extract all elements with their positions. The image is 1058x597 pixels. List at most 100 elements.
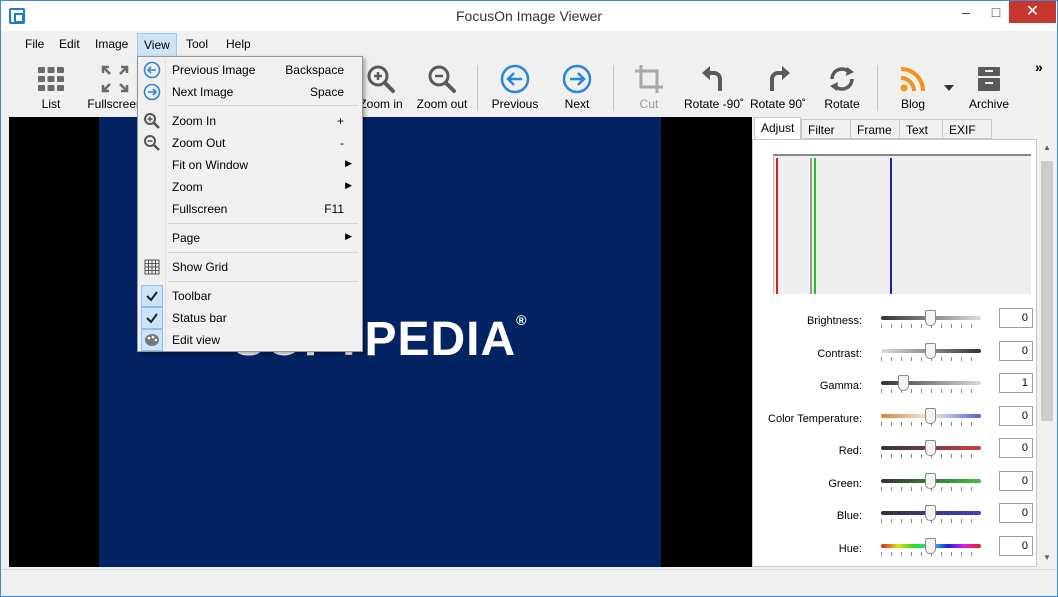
blog-button[interactable]: Blog [887, 59, 939, 117]
toolbar-label: Toolbar [172, 289, 212, 303]
rotate-button[interactable]: Rotate [815, 59, 869, 117]
blue-slider-thumb[interactable] [925, 505, 936, 521]
cut-button[interactable]: Cut [623, 59, 675, 117]
list-button[interactable]: List [23, 59, 79, 117]
menu-item-fullscreen[interactable]: Fullscreen F11 [140, 198, 360, 220]
maximize-button[interactable]: □ [981, 1, 1011, 23]
menu-separator [168, 252, 358, 253]
archive-button[interactable]: Archive [961, 59, 1017, 117]
menu-separator [168, 223, 358, 224]
gamma-slider-track[interactable] [881, 381, 981, 385]
previous-button[interactable]: Previous [483, 59, 547, 117]
menu-item-page[interactable]: Page ▶ [140, 227, 360, 249]
menu-item-zoom[interactable]: Zoom ▶ [140, 176, 360, 198]
brightness-value[interactable]: 0 [999, 308, 1033, 328]
checkmark-icon [141, 307, 163, 329]
minimize-button[interactable]: – [951, 1, 981, 23]
previous-image-label: Previous Image [172, 63, 256, 77]
arrow-left-circle-icon [500, 64, 530, 94]
blue-value[interactable]: 0 [999, 503, 1033, 523]
arrow-left-circle-icon [143, 61, 161, 79]
hue-value[interactable]: 0 [999, 536, 1033, 556]
zoom-out-shortcut: - [340, 136, 344, 150]
zoom-out-label: Zoom Out [172, 136, 226, 150]
close-button[interactable]: ✕ [1009, 1, 1056, 23]
tab-frame[interactable]: Frame [850, 119, 900, 139]
tab-adjust[interactable]: Adjust [754, 117, 802, 140]
toolbar-separator [477, 65, 478, 111]
blue-label: Blue: [836, 510, 862, 522]
red-slider-thumb[interactable] [925, 440, 936, 456]
zoom-out-label: Zoom out [416, 97, 468, 111]
rotate-right-label: Rotate 90˚ [749, 97, 807, 111]
menu-item-fit-on-window[interactable]: Fit on Window ▶ [140, 154, 360, 176]
menu-item-next-image[interactable]: Next Image Space [140, 81, 360, 103]
gamma-slider-thumb[interactable] [898, 375, 909, 391]
menu-image[interactable]: Image [95, 37, 128, 51]
menu-item-edit-view[interactable]: Edit view [140, 329, 360, 351]
hue-slider-thumb[interactable] [925, 538, 936, 554]
fullscreen-shortcut: F11 [324, 202, 344, 216]
brightness-slider-thumb[interactable] [925, 310, 936, 326]
blog-dropdown-button[interactable] [941, 59, 957, 117]
adjust-row-blue: Blue: 0 [753, 503, 1038, 531]
previous-image-shortcut: Backspace [285, 63, 344, 77]
scroll-up-arrow-icon[interactable]: ▲ [1042, 143, 1052, 152]
menu-help[interactable]: Help [226, 37, 251, 51]
menu-item-show-grid[interactable]: Show Grid [140, 256, 360, 278]
status-bar [2, 569, 1056, 596]
green-value[interactable]: 0 [999, 471, 1033, 491]
zoom-out-button[interactable]: Zoom out [411, 59, 473, 117]
cut-label: Cut [639, 97, 659, 111]
fit-on-window-label: Fit on Window [172, 158, 249, 172]
tab-text[interactable]: Text [899, 119, 943, 139]
show-grid-label: Show Grid [172, 260, 229, 274]
rotate-right-icon [770, 66, 790, 91]
next-label: Next [564, 97, 590, 111]
menu-edit[interactable]: Edit [59, 37, 80, 51]
menu-item-zoom-out[interactable]: Zoom Out - [140, 132, 360, 154]
menu-tool[interactable]: Tool [186, 37, 208, 51]
contrast-value[interactable]: 0 [999, 341, 1033, 361]
window-title: FocusOn Image Viewer [455, 8, 603, 24]
scroll-down-arrow-icon[interactable]: ▼ [1042, 553, 1052, 562]
color-temperature-value[interactable]: 0 [999, 406, 1033, 426]
menu-item-status-bar[interactable]: Status bar [140, 307, 360, 329]
scrollbar-thumb[interactable] [1041, 161, 1053, 421]
color-temperature-slider-thumb[interactable] [925, 408, 936, 424]
image-viewer[interactable]: SOFTPEDIA® [9, 117, 752, 567]
histogram-blue-line [890, 158, 892, 294]
next-image-label: Next Image [172, 85, 234, 99]
histogram-red-line [776, 158, 778, 294]
next-image-shortcut: Space [309, 85, 344, 99]
toolbar-overflow-button[interactable]: » [1035, 59, 1043, 75]
adjust-row-color-temperature: Color Temperature: 0 [753, 406, 1038, 434]
zoom-in-icon [144, 113, 160, 129]
menu-file[interactable]: File [25, 37, 44, 51]
menu-item-previous-image[interactable]: Previous Image Backspace [140, 59, 360, 81]
adjust-row-red: Red: 0 [753, 438, 1038, 466]
slider-ticks [881, 389, 981, 393]
grid-icon [38, 67, 64, 91]
edit-view-label: Edit view [172, 333, 221, 347]
tab-exif[interactable]: EXIF [942, 119, 992, 139]
checkmark-icon [141, 285, 163, 307]
zoom-label: Zoom [172, 180, 203, 194]
page-label: Page [172, 231, 201, 245]
menu-view[interactable]: View [137, 33, 177, 57]
next-button[interactable]: Next [549, 59, 605, 117]
menu-item-toolbar[interactable]: Toolbar [140, 285, 360, 307]
green-slider-thumb[interactable] [925, 473, 936, 489]
menu-separator [168, 281, 358, 282]
panel-scrollbar[interactable]: ▲ ▼ [1039, 139, 1055, 567]
red-label: Red: [838, 445, 862, 457]
contrast-slider-thumb[interactable] [925, 343, 936, 359]
rss-icon [900, 67, 925, 92]
tab-filter[interactable]: Filter [801, 119, 851, 139]
gamma-value[interactable]: 1 [999, 373, 1033, 393]
archive-icon [978, 67, 1000, 91]
rotate-left-button[interactable]: Rotate -90˚ [681, 59, 747, 117]
menu-item-zoom-in[interactable]: Zoom In + [140, 110, 360, 132]
red-value[interactable]: 0 [999, 438, 1033, 458]
rotate-right-button[interactable]: Rotate 90˚ [747, 59, 809, 117]
